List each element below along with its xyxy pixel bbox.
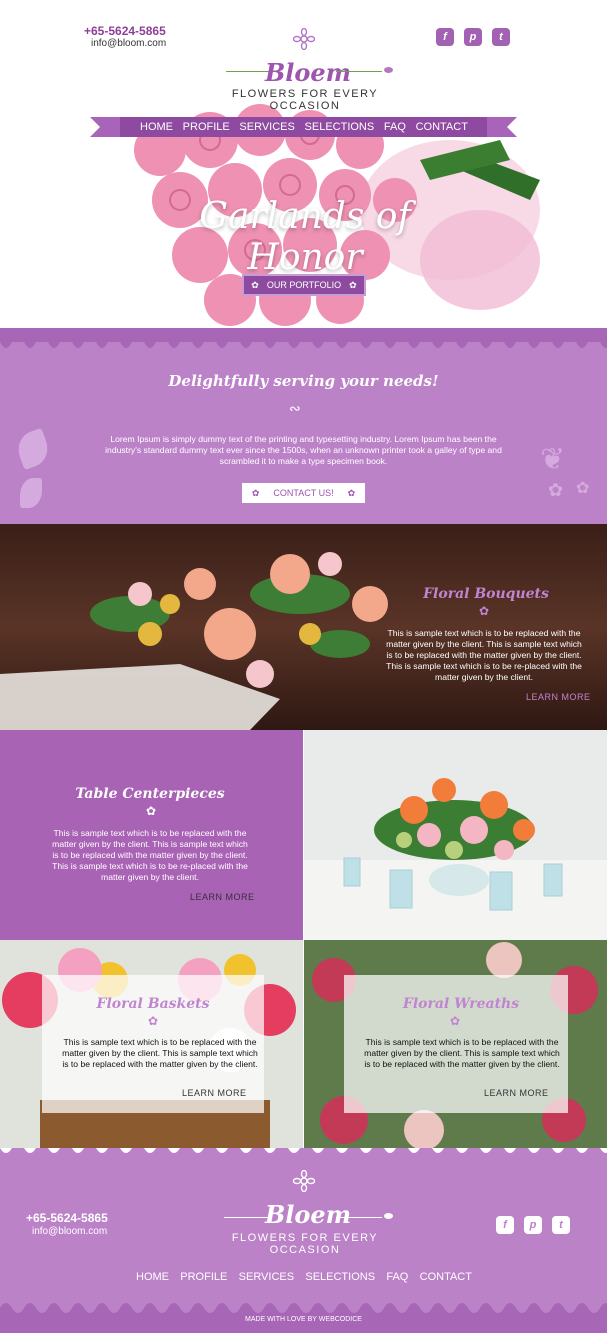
- flower-bullet-icon: ✿: [148, 1014, 159, 1028]
- baskets-title: Floral Baskets: [96, 996, 210, 1012]
- centerpieces-text: This is sample text which is to be repla…: [52, 828, 248, 882]
- wreaths-text: This is sample text which is to be repla…: [364, 1037, 560, 1069]
- wreaths-title: Floral Wreaths: [402, 996, 520, 1012]
- squiggle-icon: ∾: [289, 400, 301, 416]
- centerpieces-image-tile: [304, 730, 607, 940]
- baskets-learn-more[interactable]: LEARN MORE: [182, 1088, 247, 1098]
- intro-text: Lorem Ipsum is simply dummy text of the …: [105, 434, 502, 466]
- flower-bullet-icon: ✿: [347, 487, 356, 498]
- centerpieces-title: Table Centerpieces: [75, 786, 225, 802]
- scalloped-border: [0, 328, 607, 348]
- leaf-icon: [384, 1213, 393, 1219]
- footer-nav-selections[interactable]: SELECTIONS: [305, 1271, 375, 1283]
- footer-email[interactable]: info@bloom.com: [32, 1226, 107, 1237]
- pinterest-icon[interactable]: p: [524, 1216, 542, 1234]
- flower-bullet-icon: ✿: [450, 1014, 461, 1028]
- centerpiece-image: [304, 730, 607, 940]
- nav-profile[interactable]: PROFILE: [183, 118, 230, 136]
- lotus-icon: [292, 28, 316, 50]
- hero-title: Garlands of Honor: [199, 196, 411, 278]
- nav-faq[interactable]: FAQ: [384, 118, 406, 136]
- baskets-text: This is sample text which is to be repla…: [62, 1037, 258, 1069]
- logo-divider-right: [336, 71, 382, 72]
- footer-nav-contact[interactable]: CONTACT: [420, 1271, 472, 1283]
- twitter-icon[interactable]: t: [492, 28, 510, 46]
- bouquets-learn-more[interactable]: LEARN MORE: [526, 692, 591, 702]
- main-nav: HOME PROFILE SERVICES SELECTIONS FAQ CON…: [124, 118, 484, 136]
- intro-section: ❦ ✿ ✿ Delightfully serving your needs! ∾…: [0, 328, 607, 524]
- nav-contact[interactable]: CONTACT: [416, 118, 468, 136]
- centerpieces-text-tile: Table Centerpieces ✿ This is sample text…: [0, 730, 303, 940]
- wreaths-tile: Floral Wreaths ✿ This is sample text whi…: [304, 940, 607, 1148]
- footer-nav-home[interactable]: HOME: [136, 1271, 169, 1283]
- copyright: MADE WITH LOVE BY WEBCODICE: [245, 1316, 362, 1323]
- flower-bullet-icon: ✿: [251, 279, 259, 290]
- bouquet-image: [0, 524, 607, 730]
- contact-button[interactable]: ✿ CONTACT US! ✿: [242, 483, 365, 503]
- footer-social: f p t: [496, 1216, 570, 1234]
- butterfly-icon: ❦: [540, 443, 566, 476]
- footer-scalloped-top: [0, 1148, 607, 1153]
- portfolio-button-label: OUR PORTFOLIO: [266, 280, 342, 290]
- nav-services[interactable]: SERVICES: [239, 118, 294, 136]
- footer-phone[interactable]: +65-5624-5865: [26, 1211, 108, 1225]
- flower-bullet-icon: ✿: [251, 487, 260, 498]
- wreaths-learn-more[interactable]: LEARN MORE: [484, 1088, 549, 1098]
- pinterest-icon[interactable]: p: [464, 28, 482, 46]
- header-social: f p t: [436, 28, 510, 46]
- twitter-icon[interactable]: t: [552, 1216, 570, 1234]
- header-phone[interactable]: +65-5624-5865: [84, 24, 166, 38]
- leaf-icon: [384, 67, 393, 73]
- centerpieces-learn-more[interactable]: LEARN MORE: [190, 892, 255, 902]
- footer-tagline: FLOWERS FOR EVERY OCCASION: [231, 1232, 379, 1256]
- baskets-tile: Floral Baskets ✿ This is sample text whi…: [0, 940, 303, 1148]
- flower-bullet-icon: ✿: [479, 604, 490, 618]
- leaf-icon: [13, 427, 53, 471]
- bouquets-title: Floral Bouquets: [423, 586, 549, 602]
- header-email[interactable]: info@bloom.com: [91, 38, 166, 49]
- lotus-icon: [292, 1170, 316, 1192]
- portfolio-button[interactable]: ✿ OUR PORTFOLIO ✿: [242, 274, 366, 296]
- flower-bullet-icon: ✿: [146, 804, 157, 818]
- footer-nav-services[interactable]: SERVICES: [239, 1271, 294, 1283]
- footer-nav-faq[interactable]: FAQ: [386, 1271, 408, 1283]
- logo[interactable]: Bloem: [228, 58, 388, 87]
- tagline: FLOWERS FOR EVERY OCCASION: [231, 88, 379, 112]
- hero-section: +65-5624-5865 info@bloom.com Bloem FLOWE…: [0, 0, 607, 328]
- nav-home[interactable]: HOME: [140, 118, 173, 136]
- page: +65-5624-5865 info@bloom.com Bloem FLOWE…: [0, 0, 607, 1333]
- flower-bullet-icon: ✿: [576, 480, 590, 497]
- bouquets-text: This is sample text which is to be repla…: [386, 628, 582, 682]
- facebook-icon[interactable]: f: [496, 1216, 514, 1234]
- nav-selections[interactable]: SELECTIONS: [305, 118, 375, 136]
- footer: +65-5624-5865 info@bloom.com Bloem FLOWE…: [0, 1148, 607, 1333]
- footer-nav-profile[interactable]: PROFILE: [180, 1271, 227, 1283]
- bouquets-section: Floral Bouquets ✿ This is sample text wh…: [0, 524, 607, 730]
- footer-logo-divider-right: [336, 1217, 382, 1218]
- facebook-icon[interactable]: f: [436, 28, 454, 46]
- flower-bullet-icon: ✿: [548, 480, 564, 500]
- footer-nav: HOME PROFILE SERVICES SELECTIONS FAQ CON…: [136, 1271, 472, 1283]
- footer-logo[interactable]: Bloem: [228, 1200, 388, 1229]
- leaf-icon: [20, 478, 42, 508]
- intro-title: Delightfully serving your needs!: [168, 372, 439, 390]
- flower-bullet-icon: ✿: [349, 279, 357, 290]
- contact-button-label: CONTACT US!: [273, 488, 334, 498]
